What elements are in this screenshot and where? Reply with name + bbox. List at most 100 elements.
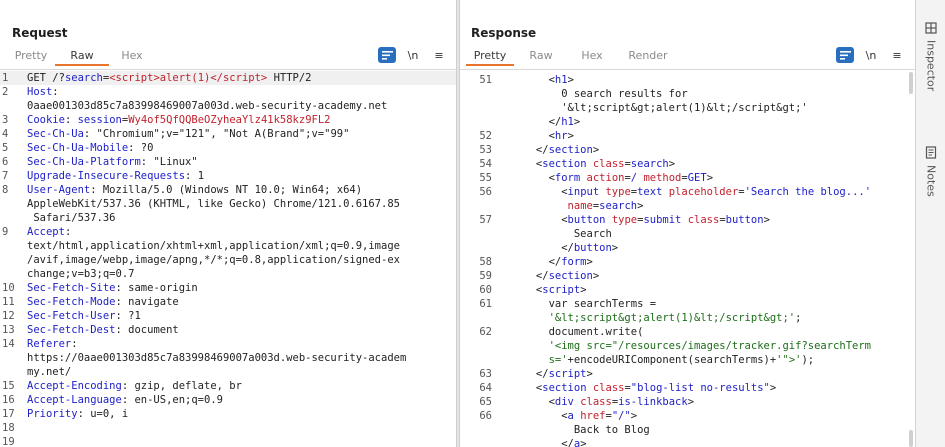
request-code-line: 2 Host: [0, 85, 456, 99]
line-number: 65 [479, 396, 492, 408]
line-code: AppleWebKit/537.36 (KHTML, like Gecko) C… [27, 198, 400, 210]
line-code: my.net/ [27, 366, 72, 378]
response-title: Response [471, 26, 537, 40]
notes-icon [925, 146, 937, 159]
line-code: <script> [498, 284, 587, 296]
line-number: 1 [2, 72, 9, 84]
line-number: 14 [2, 338, 15, 350]
response-tab-raw[interactable]: Raw [514, 47, 568, 66]
line-number: 6 [2, 156, 9, 168]
sidebar-label-notes: Notes [924, 165, 938, 197]
request-title: Request [12, 26, 68, 40]
line-code: s='+encodeURIComponent(searchTerms)+'">'… [548, 354, 815, 366]
line-number: 13 [2, 324, 15, 336]
request-code-line: 14 Referer: [0, 337, 456, 351]
response-tab-pretty[interactable]: Pretty [466, 47, 514, 66]
sidebar-label-inspector: Inspector [924, 40, 938, 92]
line-code: </section> [498, 144, 600, 156]
response-code-line: Back to Blog [460, 423, 915, 437]
response-code-line: '<img src="/resources/images/tracker.gif… [460, 339, 915, 353]
request-menu-button[interactable]: ≡ [430, 47, 448, 63]
line-code: User-Agent: Mozilla/5.0 (Windows NT 10.0… [27, 184, 363, 196]
line-number: 51 [479, 74, 492, 86]
request-code-line: text/html,application/xhtml+xml,applicat… [0, 239, 456, 253]
line-code: Cookie: session=Wy4of5QfQQBeOZyheaYlz41k… [27, 114, 331, 126]
request-code-line: 12 Sec-Fetch-User: ?1 [0, 309, 456, 323]
line-code: </a> [498, 438, 587, 447]
response-code-line: </h1> [460, 115, 915, 129]
line-code: Search [498, 228, 612, 240]
request-toolbar: \n ≡ [378, 47, 456, 63]
request-tabs: Pretty Raw Hex [7, 47, 155, 66]
response-code-line: 59 </section> [460, 269, 915, 283]
response-editor[interactable]: 51 <h1> 0 search results for '&lt;script… [460, 69, 915, 447]
response-scrollbar-thumb[interactable] [909, 430, 913, 447]
request-tab-pretty[interactable]: Pretty [7, 47, 55, 66]
wrap-lines-icon [381, 50, 393, 60]
request-code-line: 1 GET /?search=<script>alert(1)</script> … [0, 71, 456, 85]
request-newline-button[interactable]: \n [404, 47, 422, 63]
line-code: 0 search results for [498, 88, 688, 100]
line-number: 60 [479, 284, 492, 296]
line-code: '&lt;script&gt;alert(1)&lt;/script&gt;' [498, 102, 808, 114]
response-code-line: </button> [460, 241, 915, 255]
line-code: var searchTerms = [498, 298, 657, 310]
line-number: 16 [2, 394, 15, 406]
request-code-lines: 1 GET /?search=<script>alert(1)</script> … [0, 71, 456, 447]
line-code: </script> [498, 368, 593, 380]
line-number: 11 [2, 296, 15, 308]
line-code: Sec-Ch-Ua: "Chromium";v="121", "Not A(Br… [27, 128, 350, 140]
line-code: Referer: [27, 338, 78, 350]
line-code: Sec-Ch-Ua-Platform: "Linux" [27, 156, 198, 168]
response-toolbar: \n ≡ [836, 47, 914, 63]
request-tab-raw[interactable]: Raw [55, 47, 109, 66]
line-number: 10 [2, 282, 15, 294]
response-code-line: s='+encodeURIComponent(searchTerms)+'">'… [460, 353, 915, 367]
response-pane: Response Pretty Raw Hex Render \n ≡ 51 <… [460, 0, 915, 447]
line-code: <a href="/"> [498, 410, 638, 422]
line-code: </button> [498, 242, 619, 254]
line-number: 17 [2, 408, 15, 420]
sidebar-item-inspector[interactable]: Inspector [916, 22, 945, 91]
response-code-line: 60 <script> [460, 283, 915, 297]
line-code: </form> [498, 256, 593, 268]
response-code-line: 58 </form> [460, 255, 915, 269]
line-code: Upgrade-Insecure-Requests: 1 [27, 170, 205, 182]
request-code-line: 19 [0, 435, 456, 447]
line-number: 5 [2, 142, 9, 154]
line-code: <section class="blog-list no-results"> [498, 382, 777, 394]
request-code-line: 16 Accept-Language: en-US,en;q=0.9 [0, 393, 456, 407]
response-newline-button[interactable]: \n [862, 47, 880, 63]
request-code-line: 0aae001303d85c7a83998469007a003d.web-sec… [0, 99, 456, 113]
request-code-line: change;v=b3;q=0.7 [0, 267, 456, 281]
request-editor[interactable]: 1 GET /?search=<script>alert(1)</script> … [0, 69, 456, 447]
line-number: 63 [479, 368, 492, 380]
response-wrap-button[interactable] [836, 47, 854, 63]
line-code: <hr> [498, 130, 574, 142]
response-scrollbar-top[interactable] [909, 72, 913, 94]
response-code-line: name=search> [460, 199, 915, 213]
line-code: Back to Blog [498, 424, 650, 436]
request-code-line: 11 Sec-Fetch-Mode: navigate [0, 295, 456, 309]
line-code: <form action=/ method=GET> [498, 172, 714, 184]
request-tab-hex[interactable]: Hex [109, 47, 155, 66]
line-number: 12 [2, 310, 15, 322]
response-menu-button[interactable]: ≡ [888, 47, 906, 63]
line-number: 18 [2, 422, 15, 434]
request-code-line: 17 Priority: u=0, i [0, 407, 456, 421]
line-number: 57 [479, 214, 492, 226]
response-code-line: 53 </section> [460, 143, 915, 157]
request-code-line: /avif,image/webp,image/apng,*/*;q=0.8,ap… [0, 253, 456, 267]
request-code-line: 3 Cookie: session=Wy4of5QfQQBeOZyheaYlz41… [0, 113, 456, 127]
line-code: Sec-Ch-Ua-Mobile: ?0 [27, 142, 154, 154]
request-code-line: AppleWebKit/537.36 (KHTML, like Gecko) C… [0, 197, 456, 211]
line-number: 19 [2, 436, 15, 447]
request-code-line: 10 Sec-Fetch-Site: same-origin [0, 281, 456, 295]
line-code: GET /?search=<script>alert(1)</script> H… [27, 72, 312, 84]
line-number: 53 [479, 144, 492, 156]
line-code: </section> [498, 270, 600, 282]
request-wrap-button[interactable] [378, 47, 396, 63]
line-number: 7 [2, 170, 9, 182]
line-code: </h1> [498, 116, 581, 128]
sidebar-item-notes[interactable]: Notes [916, 146, 945, 197]
